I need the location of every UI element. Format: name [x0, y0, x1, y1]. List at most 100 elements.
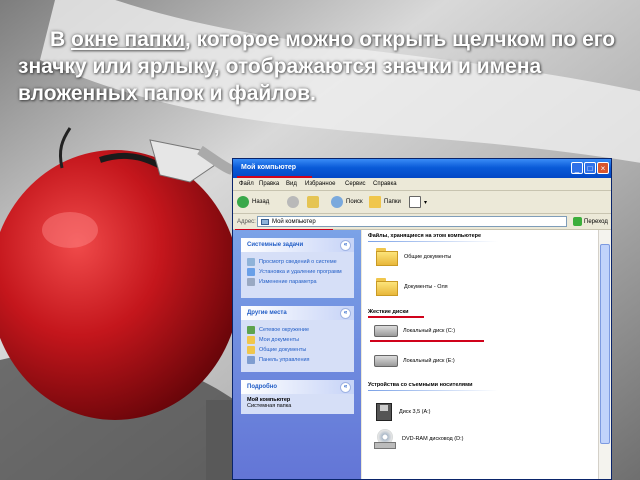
system-tasks-title: Системные задачи [247, 242, 304, 248]
close-button[interactable]: × [597, 162, 609, 174]
address-value: Мой компьютер [272, 219, 316, 225]
content-area: Файлы, хранящиеся на этом компьютере Общ… [362, 230, 598, 479]
folder-icon [247, 346, 255, 354]
section-divider [368, 390, 498, 391]
details-header[interactable]: Подробно « [241, 380, 354, 394]
my-computer-icon [261, 219, 269, 225]
user-documents-folder[interactable]: Документы - Оля [376, 278, 448, 296]
menu-bar: Файл Правка Вид Избранное Сервис Справка [233, 178, 611, 191]
back-icon [237, 196, 249, 208]
place-shared-documents[interactable]: Общие документы [247, 346, 348, 354]
network-icon [247, 326, 255, 334]
place-network[interactable]: Сетевое окружение [247, 326, 348, 334]
menu-file[interactable]: Файл [239, 181, 254, 187]
details-panel: Подробно « Мой компьютер Системная папка [241, 380, 354, 414]
section-divider [368, 241, 498, 242]
system-tasks-panel: Системные задачи « Просмотр сведений о с… [241, 238, 354, 298]
task-label: Просмотр сведений о системе [259, 258, 337, 265]
folders-icon [369, 196, 381, 208]
drive-label: Локальный диск (C:) [403, 328, 456, 334]
place-label: Сетевое окружение [259, 326, 310, 333]
up-button[interactable] [307, 196, 322, 208]
section-files-heading: Файлы, хранящиеся на этом компьютере [368, 233, 482, 239]
go-button[interactable]: Переход [573, 217, 608, 226]
address-bar: Адрес: Мой компьютер Переход [233, 214, 611, 230]
drive-icon [374, 355, 398, 367]
vertical-scrollbar[interactable] [598, 230, 611, 479]
drive-c[interactable]: Локальный диск (C:) [374, 325, 455, 337]
folder-label: Документы - Оля [404, 284, 448, 290]
control-panel-icon [247, 356, 255, 364]
forward-icon [287, 196, 299, 208]
chevron-down-icon: ▾ [424, 199, 428, 206]
floppy-icon [376, 403, 392, 421]
go-icon [573, 217, 582, 226]
minimize-button[interactable]: _ [571, 162, 583, 174]
task-label: Изменение параметра [259, 278, 317, 285]
section-removable-heading: Устройства со съемными носителями [368, 382, 473, 388]
task-pane: Системные задачи « Просмотр сведений о с… [233, 230, 361, 479]
scrollbar-thumb[interactable] [600, 244, 610, 444]
views-button[interactable]: ▾ [409, 196, 427, 208]
place-control-panel[interactable]: Панель управления [247, 356, 348, 364]
task-view-system-info[interactable]: Просмотр сведений о системе [247, 258, 348, 266]
info-icon [247, 258, 255, 266]
other-places-header[interactable]: Другие места « [241, 306, 354, 320]
place-label: Панель управления [259, 356, 310, 363]
explorer-window: Мой компьютер _ □ × Файл Правка Вид Избр… [232, 158, 612, 480]
system-tasks-header[interactable]: Системные задачи « [241, 238, 354, 252]
window-title: Мой компьютер [241, 164, 297, 171]
menu-favorites[interactable]: Избранное [305, 181, 335, 187]
control-panel-icon [247, 278, 255, 286]
forward-button[interactable] [287, 196, 302, 208]
up-folder-icon [307, 196, 319, 208]
folders-label: Папки [384, 199, 401, 205]
menu-view[interactable]: Вид [286, 181, 297, 187]
floppy-drive[interactable]: Диск 3,5 (A:) [376, 403, 431, 421]
menu-edit[interactable]: Правка [259, 181, 279, 187]
place-label: Общие документы [259, 346, 307, 353]
drive-e[interactable]: Локальный диск (E:) [374, 355, 455, 367]
other-places-title: Другие места [247, 310, 287, 316]
slide-text-start: В [50, 28, 71, 51]
programs-icon [247, 268, 255, 276]
task-add-remove-programs[interactable]: Установка и удаление программ [247, 268, 348, 276]
dvd-drive[interactable]: DVD-RAM дисковод (D:) [374, 429, 463, 449]
task-label: Установка и удаление программ [259, 268, 342, 275]
back-button[interactable]: Назад [237, 196, 269, 208]
shared-documents-folder[interactable]: Общие документы [376, 248, 451, 266]
toolbar: Назад Поиск Папки ▾ [233, 191, 611, 214]
details-subtitle: Системная папка [247, 403, 292, 409]
folder-icon [376, 248, 398, 266]
drives-underline-annotation [368, 316, 424, 318]
place-my-documents[interactable]: Мои документы [247, 336, 348, 344]
search-button[interactable]: Поиск [331, 196, 363, 208]
drive-icon [374, 325, 398, 337]
collapse-icon[interactable]: « [340, 382, 351, 393]
section-drives-heading: Жесткие диски [368, 309, 409, 315]
folder-label: Общие документы [404, 254, 452, 260]
details-title: Подробно [247, 384, 278, 390]
collapse-icon[interactable]: « [340, 240, 351, 251]
drive-label: Локальный диск (E:) [403, 358, 455, 364]
drive-underline-annotation [370, 340, 484, 342]
folder-icon [376, 278, 398, 296]
folders-button[interactable]: Папки [369, 196, 401, 208]
menu-tools[interactable]: Сервис [345, 181, 366, 187]
back-label: Назад [252, 199, 270, 205]
views-icon [409, 196, 421, 208]
search-label: Поиск [346, 199, 363, 205]
slide-text: В окне папки, которое можно открыть щелч… [0, 0, 640, 160]
address-label: Адрес: [237, 219, 256, 225]
task-change-setting[interactable]: Изменение параметра [247, 278, 348, 286]
address-input[interactable]: Мой компьютер [257, 216, 567, 227]
apple-image [0, 150, 240, 420]
maximize-button[interactable]: □ [584, 162, 596, 174]
other-places-panel: Другие места « Сетевое окружение Мои док… [241, 306, 354, 372]
go-label: Переход [584, 218, 608, 225]
folder-icon [247, 336, 255, 344]
menu-help[interactable]: Справка [373, 181, 397, 187]
collapse-icon[interactable]: « [340, 308, 351, 319]
drive-label: DVD-RAM дисковод (D:) [402, 436, 464, 442]
folder-window-link[interactable]: окне папки [71, 28, 185, 51]
